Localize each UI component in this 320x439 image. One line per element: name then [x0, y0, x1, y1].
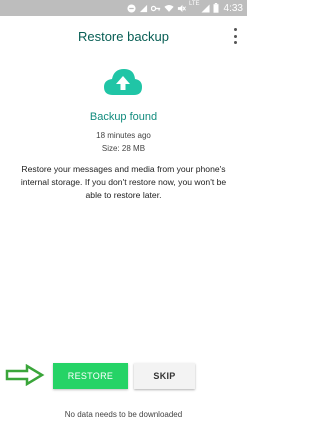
backup-time: 18 minutes ago [96, 131, 151, 140]
signal-icon [139, 4, 148, 13]
backup-found-title: Backup found [89, 111, 158, 123]
no-disturb-icon [127, 3, 136, 13]
more-vert-icon[interactable] [233, 28, 237, 44]
key-icon [150, 4, 161, 13]
page-title: Restore backup [77, 29, 170, 44]
restore-backup-screen: LTE 4:33 Restore backup Backup found 18 … [0, 0, 247, 439]
cell-signal-icon [200, 3, 210, 13]
download-note: No data needs to be downloaded [64, 410, 183, 419]
backup-size: Size: 28 MB [101, 144, 146, 153]
battery-icon [213, 3, 219, 13]
restore-button[interactable]: RESTORE [53, 363, 128, 389]
arrow-right-icon [5, 363, 45, 387]
status-bar: LTE 4:33 [0, 0, 247, 16]
app-header: Restore backup [0, 16, 247, 60]
network-type-label: LTE [188, 1, 200, 7]
cloud-upload-icon [103, 67, 143, 97]
backup-description: Restore your messages and media from you… [20, 164, 227, 200]
wifi-icon [164, 4, 174, 13]
skip-button[interactable]: SKIP [134, 363, 195, 389]
status-time: 4:33 [223, 2, 243, 14]
mute-icon [177, 4, 186, 13]
